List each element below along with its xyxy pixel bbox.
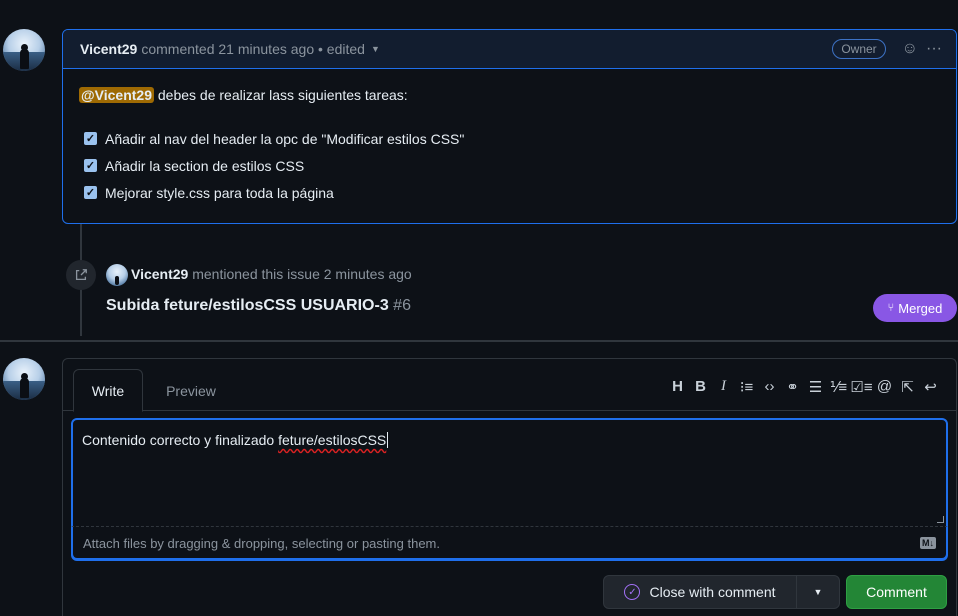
status-label: Merged [898, 300, 943, 316]
kebab-menu-icon[interactable]: ··· [926, 40, 942, 58]
editor-text-plain: Contenido correcto y finalizado [82, 432, 279, 448]
markdown-toolbar: H B I ⁝≡ ‹› ⚭ ☰ ⅟≡ ☑≡ @ ⇱ ↩ [666, 378, 942, 396]
quote-icon[interactable]: ⁝≡ [735, 378, 758, 396]
avatar[interactable] [3, 358, 45, 400]
event-author[interactable]: Vicent29 [131, 266, 188, 282]
cross-reference-icon [66, 260, 96, 290]
close-label: Close with comment [649, 584, 776, 600]
divider [0, 340, 958, 342]
task-label: Añadir al nav del header la opc de "Modi… [105, 130, 465, 147]
tab-write[interactable]: Write [73, 369, 143, 412]
task-list: ✓ Añadir al nav del header la opc de "Mod… [79, 125, 940, 206]
avatar[interactable] [106, 264, 128, 286]
comment-header: Vicent29 commented 21 minutes ago • edit… [63, 30, 956, 69]
status-badge: ⑂ Merged [873, 294, 957, 322]
editor-text-misspelled: feture/estilosCSS [278, 432, 387, 448]
attach-hint: Attach files by dragging & dropping, sel… [83, 535, 440, 551]
task-list-icon[interactable]: ☑≡ [850, 378, 873, 396]
pr-title[interactable]: Subida feture/estilosCSS USUARIO-3 [106, 297, 389, 314]
reply-icon[interactable]: ↩ [919, 378, 942, 396]
chevron-down-icon[interactable]: ▼ [797, 587, 839, 597]
task-label: Añadir la section de estilos CSS [105, 157, 305, 174]
pr-number[interactable]: #6 [393, 297, 411, 314]
pr-link[interactable]: Subida feture/estilosCSS USUARIO-3 #6 [106, 297, 411, 315]
avatar[interactable] [3, 29, 45, 71]
bullet-list-icon[interactable]: ☰ [804, 378, 827, 396]
user-mention[interactable]: @Vicent29 [79, 87, 154, 103]
comment-button[interactable]: Comment [846, 575, 947, 609]
editor-text[interactable]: Contenido correcto y finalizado feture/e… [82, 432, 389, 448]
checkbox-checked[interactable]: ✓ [84, 132, 97, 145]
owner-badge: Owner [832, 39, 886, 59]
checkbox-checked[interactable]: ✓ [84, 186, 97, 199]
editor-tabs: Write Preview H B I ⁝≡ ‹› ⚭ ☰ ⅟≡ ☑≡ @ ⇱ … [63, 359, 956, 412]
numbered-list-icon[interactable]: ⅟≡ [827, 378, 850, 396]
tab-preview[interactable]: Preview [151, 369, 231, 412]
smiley-icon[interactable]: ☺ [902, 40, 918, 58]
heading-icon[interactable]: H [666, 378, 689, 396]
event-text: Vicent29 mentioned this issue 2 minutes … [131, 266, 412, 282]
event-description: mentioned this issue 2 minutes ago [192, 266, 412, 282]
bold-icon[interactable]: B [689, 378, 712, 396]
task-item: ✓ Mejorar style.css para toda la página [79, 179, 940, 206]
text-cursor [387, 432, 389, 448]
task-label: Mejorar style.css para toda la página [105, 184, 334, 201]
issue-page: Vicent29 commented 21 minutes ago • edit… [0, 0, 958, 616]
reference-icon[interactable]: ⇱ [896, 378, 919, 396]
comment-author[interactable]: Vicent29 [80, 41, 137, 57]
link-icon[interactable]: ⚭ [781, 378, 804, 396]
comment-intro: debes de realizar lass siguientes tareas… [153, 87, 408, 103]
mention-icon[interactable]: @ [873, 378, 896, 396]
markdown-icon[interactable]: M↓ [920, 537, 936, 549]
task-item: ✓ Añadir al nav del header la opc de "Mod… [79, 125, 940, 152]
checkbox-checked[interactable]: ✓ [84, 159, 97, 172]
issue-comment: Vicent29 commented 21 minutes ago • edit… [62, 29, 957, 224]
close-with-comment-group: ✓ Close with comment ▼ [603, 575, 840, 609]
merge-icon: ⑂ [887, 302, 895, 314]
close-with-comment-button[interactable]: ✓ Close with comment [604, 576, 797, 608]
attach-files-bar[interactable]: Attach files by dragging & dropping, sel… [71, 526, 948, 561]
resize-handle[interactable] [937, 516, 944, 523]
chevron-down-icon[interactable]: ▼ [371, 44, 380, 54]
comment-meta[interactable]: commented 21 minutes ago • edited [141, 41, 365, 57]
comment-body: @Vicent29 debes de realizar lass siguien… [63, 69, 956, 223]
code-icon[interactable]: ‹› [758, 378, 781, 396]
italic-icon[interactable]: I [712, 378, 735, 396]
task-item: ✓ Añadir la section de estilos CSS [79, 152, 940, 179]
check-circle-icon: ✓ [624, 584, 641, 600]
